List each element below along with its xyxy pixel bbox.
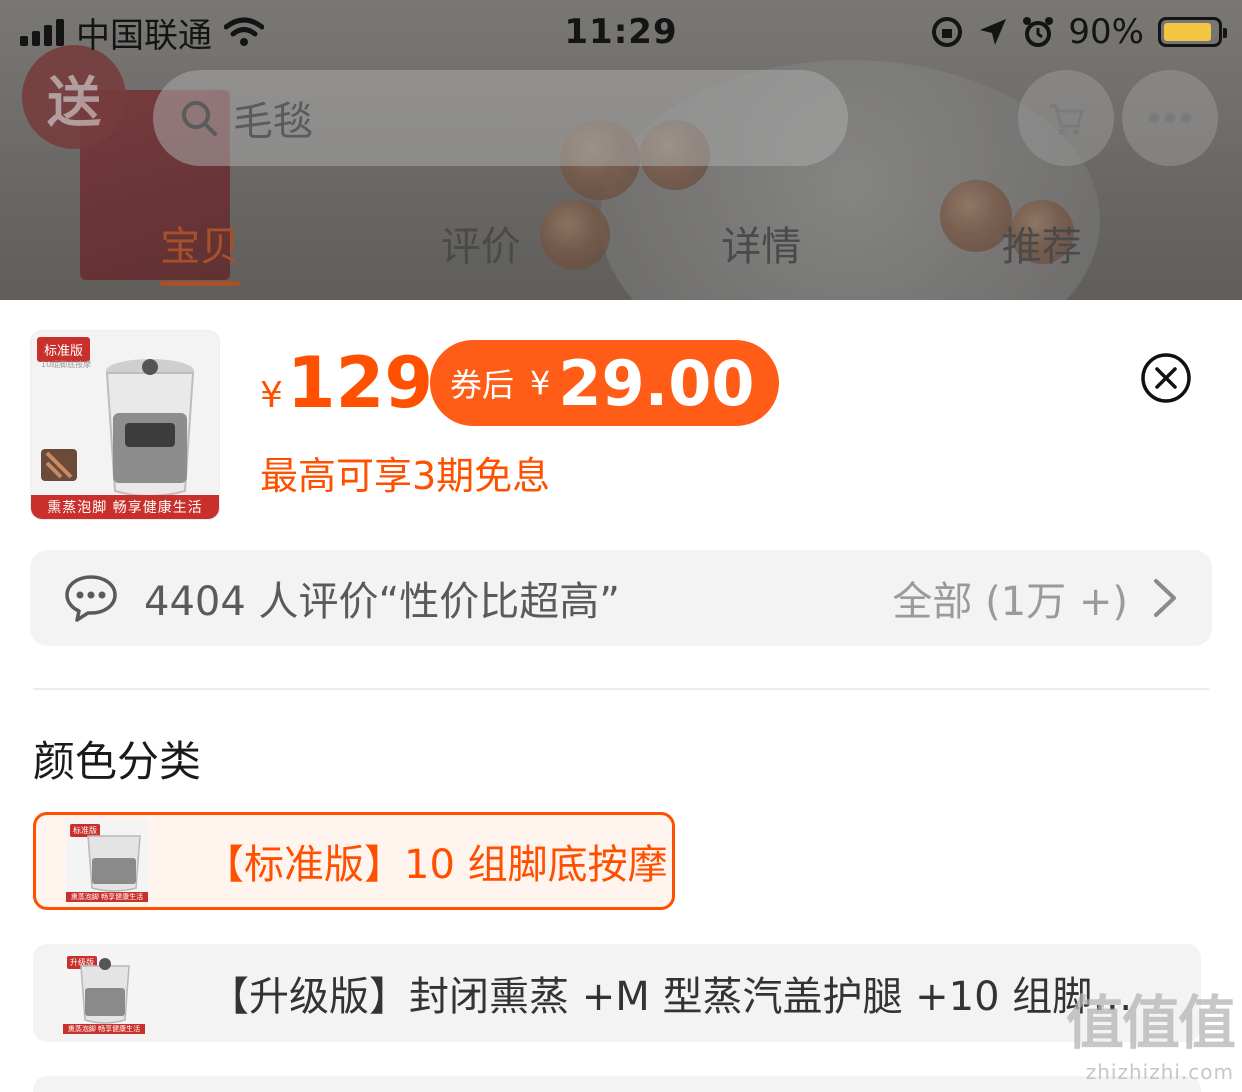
sku-option-thumbnail: 升级版 熏蒸泡脚 畅享健康生活 — [63, 952, 145, 1034]
battery-icon — [1158, 17, 1227, 47]
search-bar[interactable]: 毛毯 — [153, 70, 848, 166]
sku-option-standard[interactable]: 标准版 熏蒸泡脚 畅享健康生活 【标准版】10 组脚底按摩 — [33, 812, 675, 910]
search-placeholder: 毛毯 — [233, 99, 313, 145]
price-amount: 129 — [286, 342, 434, 424]
status-bar: 中国联通 11:29 90% — [0, 0, 1242, 64]
tab-reviews[interactable]: 评价 — [441, 214, 521, 282]
close-icon[interactable] — [1140, 352, 1192, 404]
section-divider — [33, 688, 1209, 690]
carrier-name: 中国联通 — [76, 15, 212, 56]
coupon-label: 券后 — [450, 366, 515, 404]
thumbnail-subtitle: 10组脚底按摩 — [41, 360, 92, 369]
wifi-icon — [224, 17, 264, 46]
price-currency: ¥ — [260, 375, 283, 416]
cart-icon — [1050, 104, 1084, 135]
watermark: 值值值 zhizhizhi.com — [1065, 976, 1236, 1084]
cart-button[interactable] — [1018, 70, 1114, 166]
thumbnail-caption: 熏蒸泡脚 畅享健康生活 — [31, 495, 219, 519]
chat-bubble-icon — [65, 575, 117, 622]
sku-option-peek[interactable] — [33, 1076, 1201, 1092]
more-button[interactable] — [1122, 70, 1218, 166]
color-category-title: 颜色分类 — [33, 737, 202, 786]
review-summary-text: 4404 人评价“性价比超高” — [144, 579, 620, 625]
foot-bath-product-image — [87, 835, 141, 892]
chevron-right-icon — [1154, 579, 1176, 617]
sku-option-thumbnail: 标准版 熏蒸泡脚 畅享健康生活 — [66, 820, 148, 902]
tab-details[interactable]: 详情 — [721, 214, 801, 282]
alarm-icon — [1023, 17, 1054, 47]
product-page-backdrop[interactable]: 送 中国联通 11:29 90% 毛毯 宝贝 评价 详情 推荐 — [0, 0, 1242, 300]
watermark-url: zhizhizhi.com — [1085, 1060, 1234, 1084]
original-price: ¥ 129 — [260, 342, 433, 424]
coupon-amount: 29.00 — [558, 346, 755, 420]
sku-option-label: 【标准版】10 组脚底按摩 — [204, 842, 668, 888]
page-tabs: 宝贝 评价 详情 推荐 — [0, 210, 1242, 286]
watermark-logo: 值值值 — [1065, 989, 1236, 1057]
roller-detail-image — [41, 449, 77, 481]
location-arrow-icon — [980, 19, 1007, 45]
rotation-lock-icon — [932, 17, 963, 47]
all-reviews-link[interactable]: 全部 (1万 +) — [892, 569, 1128, 627]
coupon-currency: ¥ — [530, 364, 551, 402]
foot-bath-product-image — [105, 359, 195, 497]
sku-option-label: 【升级版】封闭熏蒸 +M 型蒸汽盖护腿 +10 组脚底按摩 — [209, 974, 1161, 1020]
signal-icon — [20, 18, 64, 46]
sku-thumb-caption: 熏蒸泡脚 畅享健康生活 — [66, 892, 148, 902]
coupon-price-badge: 券后 ¥ 29.00 — [430, 340, 779, 426]
sku-option-upgrade[interactable]: 升级版 熏蒸泡脚 畅享健康生活 【升级版】封闭熏蒸 +M 型蒸汽盖护腿 +10 … — [33, 944, 1201, 1042]
tab-recommend[interactable]: 推荐 — [1002, 214, 1082, 282]
installment-note: 最高可享3期免息 — [260, 454, 551, 498]
tab-item[interactable]: 宝贝 — [160, 214, 241, 286]
search-icon — [182, 101, 217, 136]
product-thumbnail[interactable]: 标准版 10组脚底按摩 熏蒸泡脚 畅享健康生活 — [30, 330, 220, 520]
review-summary-bar[interactable]: 4404 人评价“性价比超高” 全部 (1万 +) — [30, 550, 1212, 646]
more-icon — [1149, 113, 1191, 123]
clock: 11:29 — [564, 12, 678, 52]
battery-percentage: 90% — [1068, 12, 1144, 52]
foot-bath-product-image — [80, 958, 130, 1024]
sku-bottom-sheet: 标准版 10组脚底按摩 熏蒸泡脚 畅享健康生活 ¥ 129 券后 ¥ 29.00… — [0, 300, 1242, 1092]
battery-fill — [1164, 23, 1211, 41]
sku-thumb-caption: 熏蒸泡脚 畅享健康生活 — [63, 1024, 145, 1034]
